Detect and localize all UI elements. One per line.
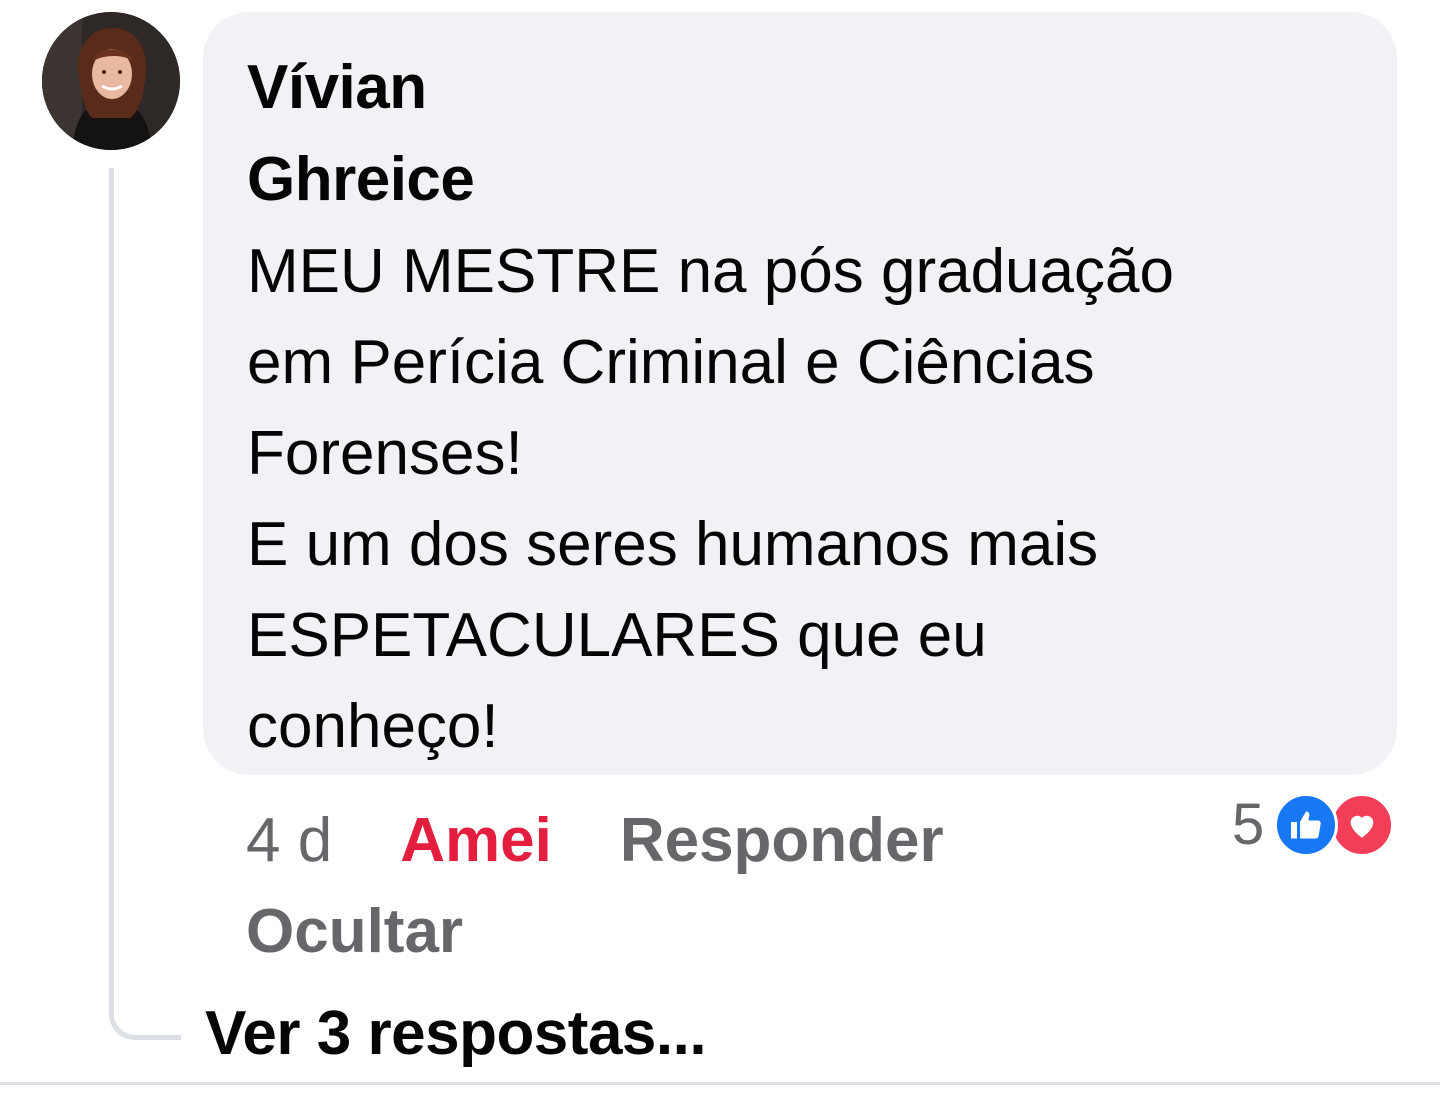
heart-icon [1330,793,1395,857]
comment-bubble: Vívian Ghreice MEU MESTRE na pós graduaç… [203,12,1397,775]
reply-button[interactable]: Responder [620,795,944,886]
comment-text: MEU MESTRE na pós graduação em Perícia C… [247,237,1174,761]
comment-author[interactable]: Vívian Ghreice [247,42,1357,226]
love-reaction-button[interactable]: Amei [400,795,552,886]
comment-thread: Vívian Ghreice MEU MESTRE na pós graduaç… [0,0,1440,1102]
like-icon [1274,793,1339,857]
comment-timestamp[interactable]: 4 d [246,795,332,886]
thread-connector-line [109,168,181,1040]
avatar-photo [42,12,180,150]
hide-button[interactable]: Ocultar [246,886,1006,977]
comment-actions: 4 d Amei Responder Ocultar [246,795,1006,977]
view-replies-link[interactable]: Ver 3 respostas... [205,988,707,1079]
reaction-count: 5 [1232,792,1265,857]
avatar[interactable] [42,12,180,150]
reaction-summary[interactable]: 5 [1232,790,1395,860]
divider [0,1082,1440,1085]
